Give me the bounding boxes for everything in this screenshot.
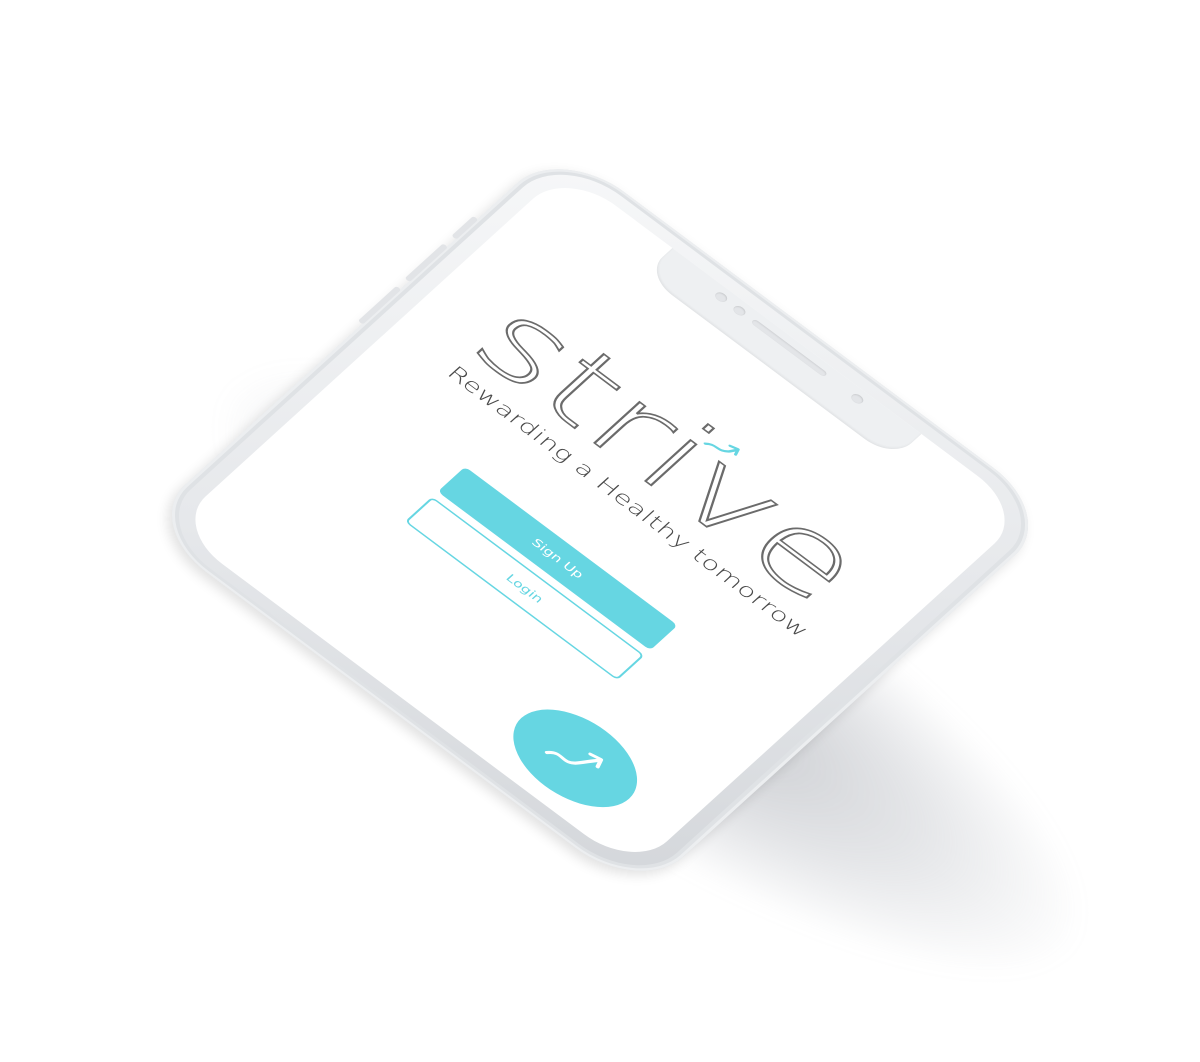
trend-arrow-icon	[544, 750, 604, 769]
mockup-stage: strive Rewarding a Healthy tomorrow Sign…	[0, 0, 1200, 1062]
strive-fab-button[interactable]	[491, 690, 660, 827]
